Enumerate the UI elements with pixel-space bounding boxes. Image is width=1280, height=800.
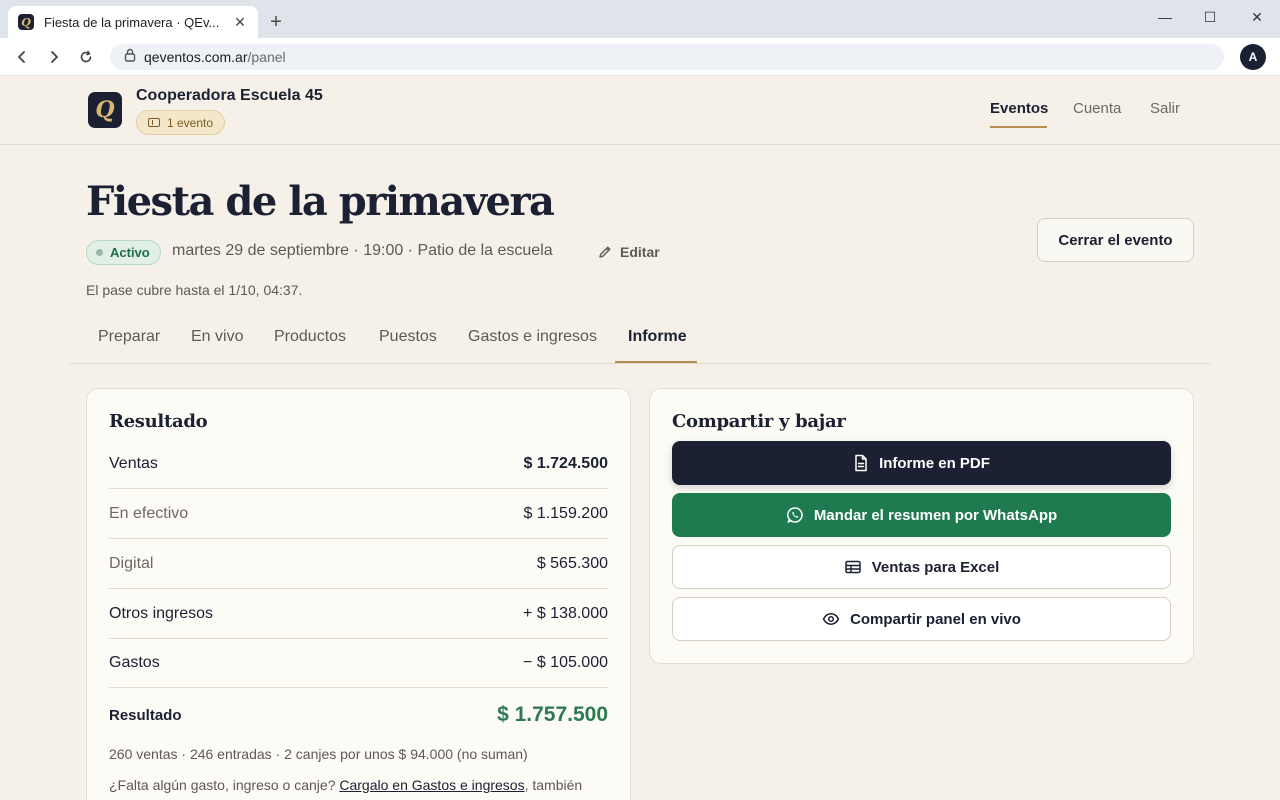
result-row-label: Ventas [109, 455, 158, 472]
result-row-value: − $ 105.000 [523, 654, 608, 671]
status-dot-icon [96, 249, 103, 256]
event-count-label: 1 evento [167, 115, 214, 130]
result-title: Resultado [109, 411, 208, 432]
result-row-otros-ingresos: Otros ingresos + $ 138.000 [109, 589, 608, 639]
result-row-value: + $ 138.000 [523, 605, 608, 622]
result-row-value: $ 1.159.200 [523, 505, 608, 522]
share-live-panel-label: Compartir panel en vivo [850, 610, 1021, 628]
pdf-report-button[interactable]: Informe en PDF [672, 441, 1171, 485]
browser-tab-title: Fiesta de la primavera · QEv... [44, 14, 220, 30]
tab-productos[interactable]: Productos [274, 328, 346, 346]
table-icon [844, 560, 861, 574]
pencil-icon [599, 246, 611, 258]
share-title: Compartir y bajar [672, 411, 846, 432]
event-meta: martes 29 de septiembre · 19:00 · Patio … [172, 242, 553, 259]
result-row-efectivo: En efectivo $ 1.159.200 [109, 489, 608, 539]
browser-tab[interactable]: Q Fiesta de la primavera · QEv... ✕ [8, 6, 258, 38]
tab-informe[interactable]: Informe [628, 328, 687, 346]
result-row-label: Otros ingresos [109, 605, 214, 622]
ticket-icon [148, 118, 160, 127]
pdf-report-label: Informe en PDF [879, 454, 990, 472]
section-tabs: Preparar En vivo Productos Puestos Gasto… [70, 318, 1210, 364]
nav-cuenta[interactable]: Cuenta [1073, 100, 1121, 117]
nav-eventos[interactable]: Eventos [990, 100, 1048, 117]
address-bar[interactable]: qeventos.com.ar/panel [110, 44, 1224, 70]
missing-note-suffix: , también [524, 777, 583, 793]
result-row-digital: Digital $ 565.300 [109, 539, 608, 589]
result-row-label: Digital [109, 555, 154, 572]
org-name: Cooperadora Escuela 45 [136, 87, 323, 104]
result-row-value: $ 1.724.500 [523, 455, 608, 472]
result-card: Resultado Ventas $ 1.724.500 En efectivo… [86, 388, 631, 800]
whatsapp-icon [786, 507, 803, 523]
browser-tabbar: Q Fiesta de la primavera · QEv... ✕ + — … [0, 0, 1280, 38]
status-label: Activo [110, 245, 150, 260]
result-row-gastos: Gastos − $ 105.000 [109, 638, 608, 688]
total-value: $ 1.757.500 [497, 703, 608, 726]
document-icon [855, 454, 867, 472]
excel-sales-label: Ventas para Excel [871, 558, 1000, 576]
forward-icon[interactable] [43, 46, 65, 68]
nav-salir[interactable]: Salir [1150, 100, 1180, 117]
app-header: Q Cooperadora Escuela 45 1 evento Evento… [0, 76, 1280, 145]
eye-icon [822, 613, 840, 625]
page-title: Fiesta de la primavera [86, 178, 555, 225]
missing-note-prefix: ¿Falta algún gasto, ingreso o canje? [109, 777, 340, 793]
logo[interactable]: Q [88, 92, 122, 128]
tab-active-indicator [615, 361, 697, 363]
total-label: Resultado [109, 707, 182, 724]
missing-note: ¿Falta algún gasto, ingreso o canje? Car… [109, 777, 582, 793]
whatsapp-summary-button[interactable]: Mandar el resumen por WhatsApp [672, 493, 1171, 537]
tab-en-vivo[interactable]: En vivo [191, 328, 243, 346]
favicon-icon: Q [18, 14, 34, 30]
edit-event-button[interactable]: Editar [598, 244, 660, 260]
reload-icon[interactable] [75, 46, 97, 68]
tab-puestos[interactable]: Puestos [379, 328, 437, 346]
lock-icon [124, 48, 136, 67]
share-live-panel-button[interactable]: Compartir panel en vivo [672, 597, 1171, 641]
excel-sales-button[interactable]: Ventas para Excel [672, 545, 1171, 589]
result-row-value: $ 565.300 [536, 555, 608, 572]
minimize-icon[interactable]: — [1155, 9, 1175, 25]
status-badge: Activo [86, 240, 161, 265]
result-row-label: Gastos [109, 654, 160, 671]
nav-active-indicator [990, 126, 1047, 128]
tab-gastos-ingresos[interactable]: Gastos e ingresos [468, 328, 597, 346]
back-icon[interactable] [11, 46, 33, 68]
url-path: /panel [247, 49, 286, 65]
gastos-ingresos-link[interactable]: Cargalo en Gastos e ingresos [339, 777, 524, 793]
pass-note: El pase cubre hasta el 1/10, 04:37. [86, 282, 303, 298]
browser-toolbar: qeventos.com.ar/panel A [0, 38, 1280, 76]
profile-avatar[interactable]: A [1240, 44, 1266, 70]
url-host: qeventos.com.ar [144, 49, 248, 65]
whatsapp-summary-label: Mandar el resumen por WhatsApp [813, 506, 1058, 524]
window-close-icon[interactable]: ✕ [1247, 9, 1267, 26]
maximize-icon[interactable]: ☐ [1200, 9, 1220, 26]
tab-preparar[interactable]: Preparar [98, 328, 160, 346]
close-icon[interactable]: ✕ [232, 14, 248, 31]
plus-icon[interactable]: + [266, 12, 286, 32]
edit-label: Editar [620, 244, 660, 260]
event-count-badge: 1 evento [136, 110, 226, 135]
result-row-label: En efectivo [109, 505, 189, 522]
share-card: Compartir y bajar Informe en PDF Mandar … [649, 388, 1194, 664]
result-row-ventas: Ventas $ 1.724.500 [109, 439, 608, 489]
close-event-button[interactable]: Cerrar el evento [1037, 218, 1194, 262]
sales-summary: 260 ventas · 246 entradas · 2 canjes por… [109, 746, 528, 762]
